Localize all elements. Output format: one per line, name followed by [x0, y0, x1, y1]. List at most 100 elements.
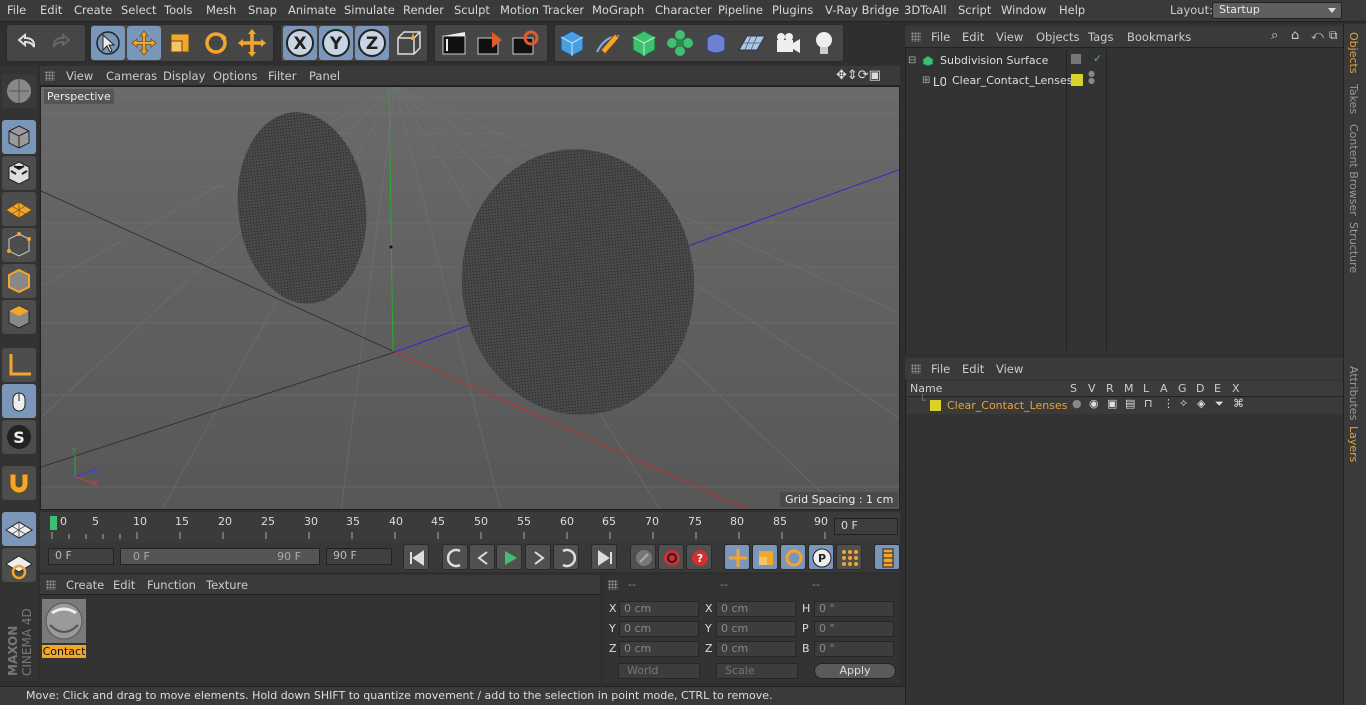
menu-mograph[interactable]: MoGraph: [592, 3, 644, 17]
light-icon[interactable]: [807, 26, 841, 60]
menu-vray-bridge[interactable]: V-Ray Bridge: [825, 3, 899, 17]
viewport-menu-panel[interactable]: Panel: [309, 69, 340, 83]
z-axis-icon[interactable]: Z: [355, 26, 389, 60]
solo-mode-icon[interactable]: S: [2, 420, 36, 454]
menu-file[interactable]: File: [7, 3, 26, 17]
layer-menu-edit[interactable]: Edit: [962, 362, 984, 376]
deformer-toggle-icon[interactable]: ◈: [1197, 397, 1205, 410]
move-icon[interactable]: [127, 26, 161, 60]
menu-snap[interactable]: Snap: [248, 3, 277, 17]
size-mode-select[interactable]: Scale: [716, 663, 798, 679]
go-to-end-icon[interactable]: [591, 544, 617, 570]
autokey-icon[interactable]: ?: [686, 544, 712, 570]
snap-magnet-icon[interactable]: [2, 466, 36, 500]
menu-window[interactable]: Window: [1001, 3, 1046, 17]
previous-key-icon[interactable]: [442, 544, 468, 570]
col-animation[interactable]: A: [1160, 382, 1168, 395]
menu-simulate[interactable]: Simulate: [344, 3, 395, 17]
subdivision-tag-icon[interactable]: [1070, 53, 1082, 65]
col-expressions[interactable]: E: [1214, 382, 1221, 395]
pen-icon[interactable]: [591, 26, 625, 60]
panel-grip[interactable]: [911, 32, 921, 42]
object-name[interactable]: Clear_Contact_Lenses: [952, 74, 1072, 87]
object-row[interactable]: ⊟ Subdivision Surface: [908, 52, 1066, 70]
tab-attributes[interactable]: Attributes: [1347, 366, 1360, 420]
previous-frame-icon[interactable]: [469, 544, 495, 570]
viewport-navigation-icon[interactable]: ✥⇕⟳▣: [836, 68, 881, 83]
material-name[interactable]: Contact: [42, 645, 86, 658]
key-position-icon[interactable]: [724, 544, 750, 570]
menu-help[interactable]: Help: [1059, 3, 1085, 17]
record-keys-icon[interactable]: [658, 544, 684, 570]
floor-icon[interactable]: [735, 26, 769, 60]
menu-pipeline[interactable]: Pipeline: [718, 3, 763, 17]
x-axis-icon[interactable]: X: [283, 26, 317, 60]
workplane-icon[interactable]: [2, 192, 36, 226]
layer-name[interactable]: Clear_Contact_Lenses: [947, 399, 1067, 412]
material-swatch[interactable]: Contact: [42, 599, 86, 658]
col-view[interactable]: V: [1088, 382, 1096, 395]
layer-menu-view[interactable]: View: [996, 362, 1023, 376]
tweak-mode-icon[interactable]: [2, 384, 36, 418]
menu-edit[interactable]: Edit: [40, 3, 62, 17]
layer-menu-file[interactable]: File: [931, 362, 950, 376]
material-menu-function[interactable]: Function: [147, 578, 196, 592]
key-pla-icon[interactable]: [836, 544, 862, 570]
render-view-icon[interactable]: [437, 26, 471, 60]
rotate-icon[interactable]: [199, 26, 233, 60]
size-z-field[interactable]: 0 cm: [716, 641, 796, 657]
deformer-icon[interactable]: [699, 26, 733, 60]
start-frame-field[interactable]: 0 F: [48, 548, 114, 565]
camera-icon[interactable]: [771, 26, 805, 60]
layer-color-swatch[interactable]: [930, 400, 941, 411]
render-picture-viewer-icon[interactable]: [472, 26, 506, 60]
subdivision-icon[interactable]: [627, 26, 661, 60]
workplane-rotate-icon[interactable]: [2, 548, 36, 582]
cube-icon[interactable]: [555, 26, 589, 60]
play-icon[interactable]: [496, 544, 522, 570]
next-frame-icon[interactable]: [525, 544, 551, 570]
col-render[interactable]: R: [1106, 382, 1114, 395]
current-frame-field[interactable]: 0 F: [834, 518, 898, 535]
menu-tools[interactable]: Tools: [164, 3, 192, 17]
menu-create[interactable]: Create: [74, 3, 112, 17]
menu-motion-tracker[interactable]: Motion Tracker: [500, 3, 584, 17]
visible-toggle-icon[interactable]: ◉: [1089, 397, 1099, 410]
pos-x-field[interactable]: 0 cm: [619, 601, 699, 617]
timeline-icon[interactable]: [874, 544, 900, 570]
search-icon[interactable]: ⌕: [1271, 28, 1278, 43]
col-manager[interactable]: M: [1124, 382, 1134, 395]
coord-system-select[interactable]: World: [618, 663, 700, 679]
back-icon[interactable]: ⤺: [1311, 28, 1324, 43]
menu-character[interactable]: Character: [655, 3, 712, 17]
edges-mode-icon[interactable]: [2, 264, 36, 298]
key-parameter-icon[interactable]: P: [808, 544, 834, 570]
col-deformers[interactable]: D: [1196, 382, 1204, 395]
key-rotation-icon[interactable]: [780, 544, 806, 570]
model-mode-cube-icon[interactable]: [2, 120, 36, 154]
pos-y-field[interactable]: 0 cm: [619, 621, 699, 637]
obj-menu-view[interactable]: View: [996, 30, 1023, 44]
collapse-icon[interactable]: ⊟: [908, 55, 916, 66]
mograph-cloner-icon[interactable]: [663, 26, 697, 60]
material-menu-create[interactable]: Create: [66, 578, 104, 592]
menu-3dtoall[interactable]: 3DToAll: [904, 3, 947, 17]
col-generators[interactable]: G: [1178, 382, 1187, 395]
viewport-menu-view[interactable]: View: [66, 69, 93, 83]
texture-mode-icon[interactable]: [2, 156, 36, 190]
redo-icon[interactable]: [45, 26, 79, 60]
scale-icon[interactable]: [163, 26, 197, 60]
tab-objects[interactable]: Objects: [1347, 32, 1360, 74]
col-xref[interactable]: X: [1232, 382, 1240, 395]
end-frame-field[interactable]: 90 F: [326, 548, 392, 565]
expand-icon[interactable]: ⊞: [922, 75, 930, 86]
pos-z-field[interactable]: 0 cm: [619, 641, 699, 657]
panel-grip[interactable]: [46, 580, 56, 590]
panel-grip[interactable]: [45, 71, 55, 81]
new-window-icon[interactable]: ⧉: [1329, 28, 1338, 43]
points-mode-icon[interactable]: [2, 228, 36, 262]
viewport-scene[interactable]: Y ZX: [41, 87, 900, 510]
viewport-menu-display[interactable]: Display: [163, 69, 205, 83]
rot-p-field[interactable]: 0 °: [814, 621, 894, 637]
rot-h-field[interactable]: 0 °: [814, 601, 894, 617]
